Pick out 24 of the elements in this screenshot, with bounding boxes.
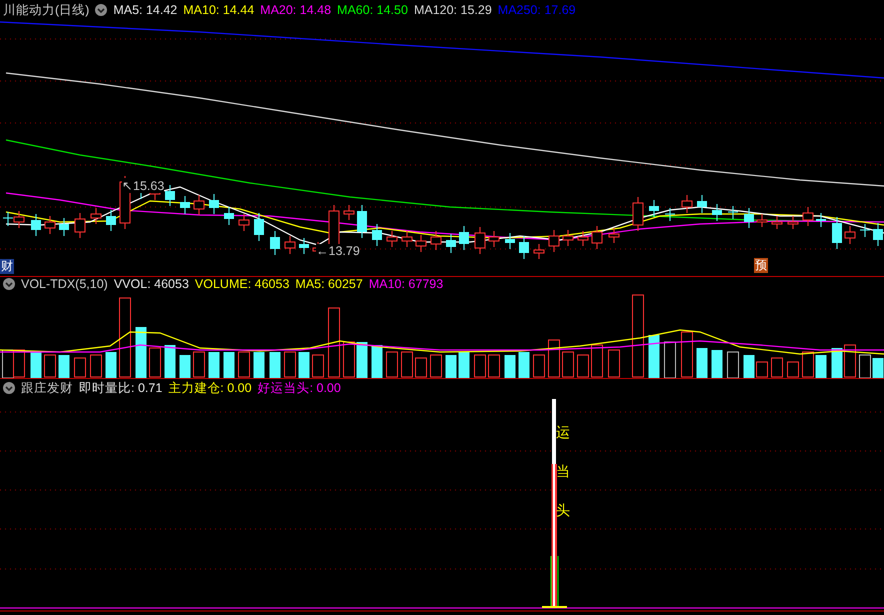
indicator-value: MA10: 67793 [368, 277, 444, 291]
chart-title: 跟庄发财 [21, 380, 73, 396]
chart-title: VOL-TDX(5,10) [21, 277, 108, 291]
indicator-value: MA10: 14.44 [183, 3, 254, 17]
indicator-value: MA5: 60257 [295, 277, 363, 291]
indicator-value: VVOL: 46053 [114, 277, 189, 291]
indicator-value: VOLUME: 46053 [194, 277, 290, 291]
indicator-value: MA120: 15.29 [414, 3, 492, 17]
indicator-value: MA250: 17.69 [498, 3, 576, 17]
indicator-value: MA5: 14.42 [113, 3, 178, 17]
signal-bar-outline [550, 556, 558, 608]
indicator-value: 好运当头: 0.00 [258, 380, 341, 396]
indicator-value: MA20: 14.48 [260, 3, 332, 17]
event-badge[interactable]: 预 [754, 258, 768, 273]
chart-title: 川能动力(日线) [3, 2, 90, 18]
chevron-circle-icon[interactable] [95, 4, 108, 16]
indicator-value: MA60: 14.50 [337, 3, 408, 17]
price-label: ↖15.63 [122, 178, 164, 193]
chevron-circle-icon[interactable] [3, 382, 15, 394]
chevron-circle-icon[interactable] [3, 278, 15, 290]
price-label: ←13.79 [316, 244, 360, 258]
indicator-value: 主力建仓: 0.00 [168, 380, 252, 396]
event-badge[interactable]: 财 [0, 259, 14, 274]
indicator-value: 即时量比: 0.71 [79, 380, 162, 396]
